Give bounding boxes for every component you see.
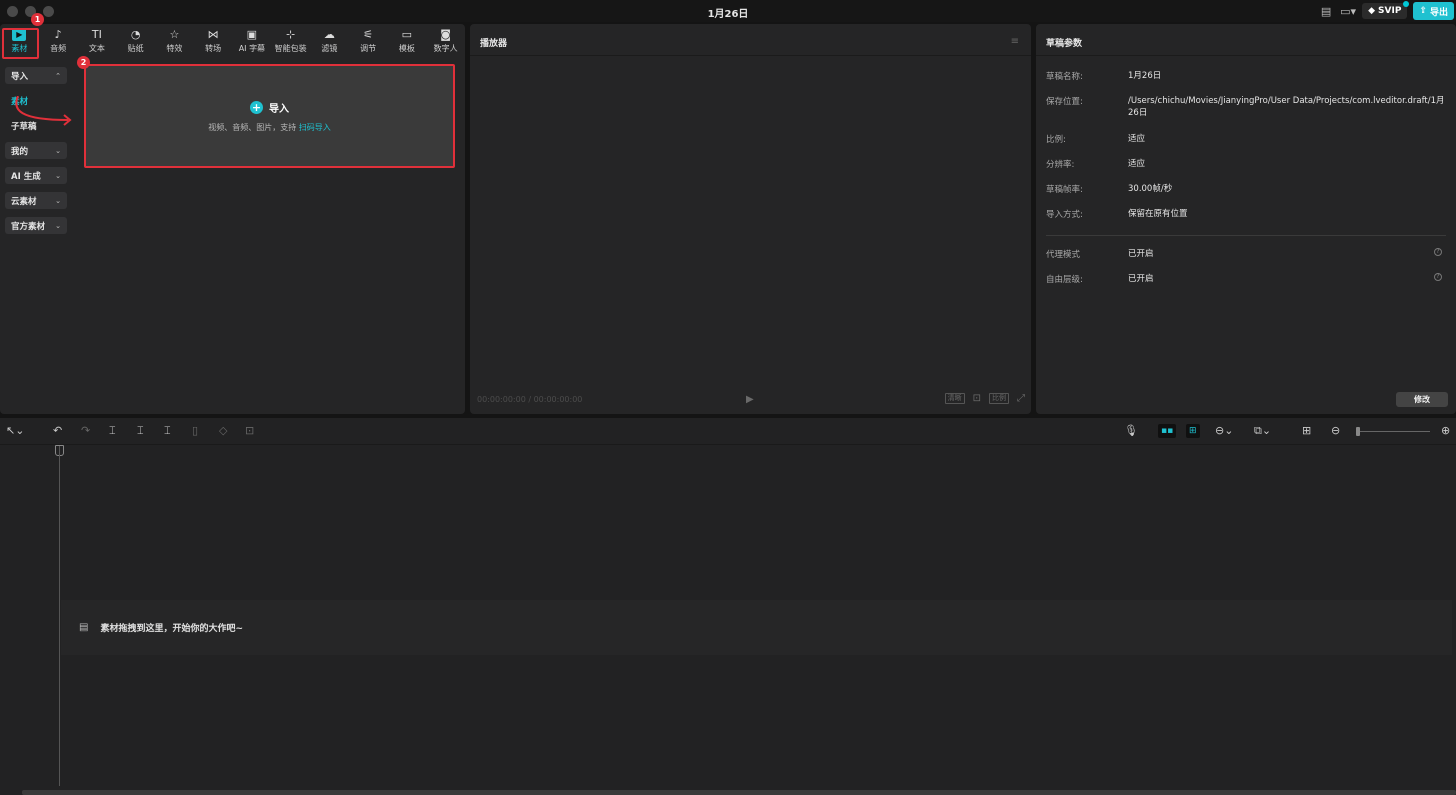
player-panel: 播放器 ≡ 00:00:00:00 / 00:00:00:00 ▶ 清晰 ⊡ 比… — [470, 24, 1031, 414]
notification-dot — [1403, 1, 1410, 7]
sticker-icon: ◔ — [130, 28, 141, 41]
layout-menu-icon[interactable]: ▭▾ — [1340, 4, 1356, 18]
avatar-icon: ◙ — [440, 28, 451, 41]
microphone-icon[interactable]: 🎙 — [1124, 424, 1138, 438]
param-row-framerate: 草稿帧率: 30.00帧/秒 — [1046, 184, 1173, 195]
fullscreen-icon[interactable]: ⤢ — [1017, 393, 1025, 404]
tab-transition[interactable]: ⋈ 转场 — [194, 24, 233, 58]
preview-axis-icon[interactable]: ⧉⌄ — [1254, 424, 1271, 438]
player-controls: 00:00:00:00 / 00:00:00:00 ▶ 清晰 ⊡ 比例 ⤢ — [470, 384, 1031, 414]
tab-ai-subtitle[interactable]: ▣ AI 字幕 — [233, 24, 272, 58]
tab-smart-pack[interactable]: ⊹ 智能包装 — [271, 24, 310, 58]
auto-snap-icon[interactable]: ⊞ — [1186, 424, 1200, 438]
trim-left-icon[interactable]: ⌶ — [137, 424, 144, 438]
crop-clip-icon[interactable]: ⊡ — [245, 424, 254, 438]
timeline-toolbar: ↖⌄ ↶ ↷ ⌶ ⌶ ⌶ ▯ ◇ ⊡ 🎙 ▪▪ ⊞ ⊖⌄ ⧉⌄ ⊞ ⊖ ⊕ — [0, 418, 1456, 445]
step-badge-2: 2 — [77, 56, 90, 69]
window-title: 1月26日 — [707, 9, 749, 20]
tab-adjust[interactable]: ⚟ 调节 — [349, 24, 388, 58]
trim-right-icon[interactable]: ⌶ — [164, 424, 171, 438]
zoom-in-icon[interactable]: ⊕ — [1441, 424, 1450, 438]
select-cursor-icon[interactable]: ↖⌄ — [6, 424, 24, 438]
tab-template[interactable]: ▭ 模板 — [388, 24, 427, 58]
tab-filter[interactable]: ☁ 滤镜 — [310, 24, 349, 58]
text-icon: TI — [91, 28, 102, 41]
divider — [1046, 235, 1446, 236]
player-title: 播放器 — [470, 24, 1031, 56]
param-row-resolution: 分辨率: 适应 — [1046, 159, 1146, 170]
diamond-icon: ◆ — [1368, 6, 1376, 16]
transition-icon: ⋈ — [207, 28, 219, 41]
star-effect-icon: ☆ — [169, 28, 180, 41]
menu-icon[interactable]: ≡ — [1011, 36, 1019, 47]
draft-params-panel: 草稿参数 草稿名称: 1月26日 保存位置:/Users/chichu/Movie… — [1036, 24, 1456, 414]
highlight-box-import — [84, 64, 455, 168]
help-icon[interactable]: ? — [1434, 248, 1442, 256]
svip-button[interactable]: ◆ SVIP — [1362, 1, 1410, 19]
zoom-slider-handle[interactable] — [1356, 427, 1360, 436]
tab-sticker[interactable]: ◔ 贴纸 — [116, 24, 155, 58]
annotation-arrow-icon — [15, 96, 72, 126]
link-icon[interactable]: ⊖⌄ — [1215, 424, 1233, 438]
tab-effects[interactable]: ☆ 特效 — [155, 24, 194, 58]
timeline-panel: ↖⌄ ↶ ↷ ⌶ ⌶ ⌶ ▯ ◇ ⊡ 🎙 ▪▪ ⊞ ⊖⌄ ⧉⌄ ⊞ ⊖ ⊕ ▤ … — [0, 418, 1456, 795]
param-row-proxy: 代理模式 已开启? — [1046, 248, 1446, 273]
subtitle-icon: ▣ — [246, 28, 258, 41]
step-badge-1: 1 — [31, 13, 44, 26]
media-sidebar: 导入 ⌃ 素材 子草稿 我的 ⌄ AI 生成 ⌄ 云素材 ⌄ 官方素材 ⌄ — [5, 67, 67, 242]
tab-audio[interactable]: ♪ 音频 — [39, 24, 78, 58]
modify-button[interactable]: 修改 — [1396, 392, 1448, 407]
sidebar-item-mine[interactable]: 我的 ⌄ — [5, 142, 67, 159]
horizontal-scrollbar[interactable] — [22, 790, 1456, 795]
redo-icon[interactable]: ↷ — [81, 424, 90, 438]
chevron-down-icon: ⌄ — [55, 171, 61, 180]
playhead[interactable] — [59, 446, 60, 786]
sidebar-item-ai[interactable]: AI 生成 ⌄ — [5, 167, 67, 184]
adjust-icon: ⚟ — [363, 28, 374, 41]
chevron-down-icon: ⌄ — [55, 221, 61, 230]
main-track-magnet-icon[interactable]: ▪▪ — [1158, 424, 1177, 438]
zoom-out-icon[interactable]: ⊖ — [1331, 424, 1340, 438]
chevron-up-icon: ⌃ — [55, 71, 61, 80]
template-icon: ▭ — [401, 28, 413, 41]
marker-icon[interactable]: ◇ — [219, 424, 227, 438]
chevron-down-icon: ⌄ — [55, 146, 61, 155]
tab-text[interactable]: TI 文本 — [78, 24, 117, 58]
param-row-name: 草稿名称: 1月26日 — [1046, 71, 1162, 82]
play-icon[interactable]: ▶ — [746, 394, 754, 405]
media-panel: ▶ 素材 ♪ 音频 TI 文本 ◔ 贴纸 ☆ 特效 ⋈ 转场 ▣ AI 字幕 ⊹ 智能包装 ☁ 滤… — [0, 13, 465, 414]
undo-icon[interactable]: ↶ — [53, 424, 62, 438]
param-row-import-mode: 导入方式: 保留在原有位置 — [1046, 209, 1188, 220]
export-button[interactable]: ⇪ 导出 — [1413, 2, 1454, 20]
param-row-ratio: 比例: 适应 — [1046, 134, 1146, 145]
timeline-drop-zone[interactable]: ▤ 素材拖拽到这里，开始你的大作吧~ — [61, 600, 1452, 655]
ratio-button[interactable]: 比例 — [989, 393, 1009, 404]
param-row-location: 保存位置:/Users/chichu/Movies/JianyingPro/Us… — [1046, 96, 1445, 118]
smart-pack-icon: ⊹ — [286, 28, 296, 41]
crop-icon[interactable]: ⊡ — [973, 393, 981, 404]
param-row-free-layer: 自由层级: 已开启? — [1046, 273, 1446, 298]
quality-button[interactable]: 清晰 — [944, 393, 965, 404]
music-note-icon: ♪ — [54, 28, 62, 41]
layout-icon[interactable]: ▤ — [1318, 4, 1334, 18]
draft-title: 草稿参数 — [1036, 24, 1456, 56]
chevron-down-icon: ⌄ — [55, 196, 61, 205]
sidebar-item-official[interactable]: 官方素材 ⌄ — [5, 217, 67, 234]
highlight-box-media-tab — [2, 28, 39, 59]
filter-icon: ☁ — [323, 28, 335, 41]
sidebar-item-cloud[interactable]: 云素材 ⌄ — [5, 192, 67, 209]
tab-digital-human[interactable]: ◙ 数字人 — [426, 24, 465, 58]
export-icon: ⇪ — [1419, 6, 1427, 16]
timecode: 00:00:00:00 / 00:00:00:00 — [477, 395, 583, 404]
delete-icon[interactable]: ▯ — [192, 424, 198, 438]
tool-tabs: ▶ 素材 ♪ 音频 TI 文本 ◔ 贴纸 ☆ 特效 ⋈ 转场 ▣ AI 字幕 ⊹ 智能包装 ☁ 滤… — [0, 24, 465, 58]
split-icon[interactable]: ⌶ — [109, 424, 116, 438]
screen-icon[interactable]: ⊞ — [1302, 424, 1311, 438]
zoom-slider[interactable] — [1356, 431, 1430, 432]
help-icon[interactable]: ? — [1434, 273, 1442, 281]
film-icon: ▤ — [79, 622, 89, 633]
sidebar-item-import[interactable]: 导入 ⌃ — [5, 67, 67, 84]
title-bar: 1月26日 ▤ ▭▾ ◆ SVIP ⇪ 导出 — [0, 0, 1456, 22]
